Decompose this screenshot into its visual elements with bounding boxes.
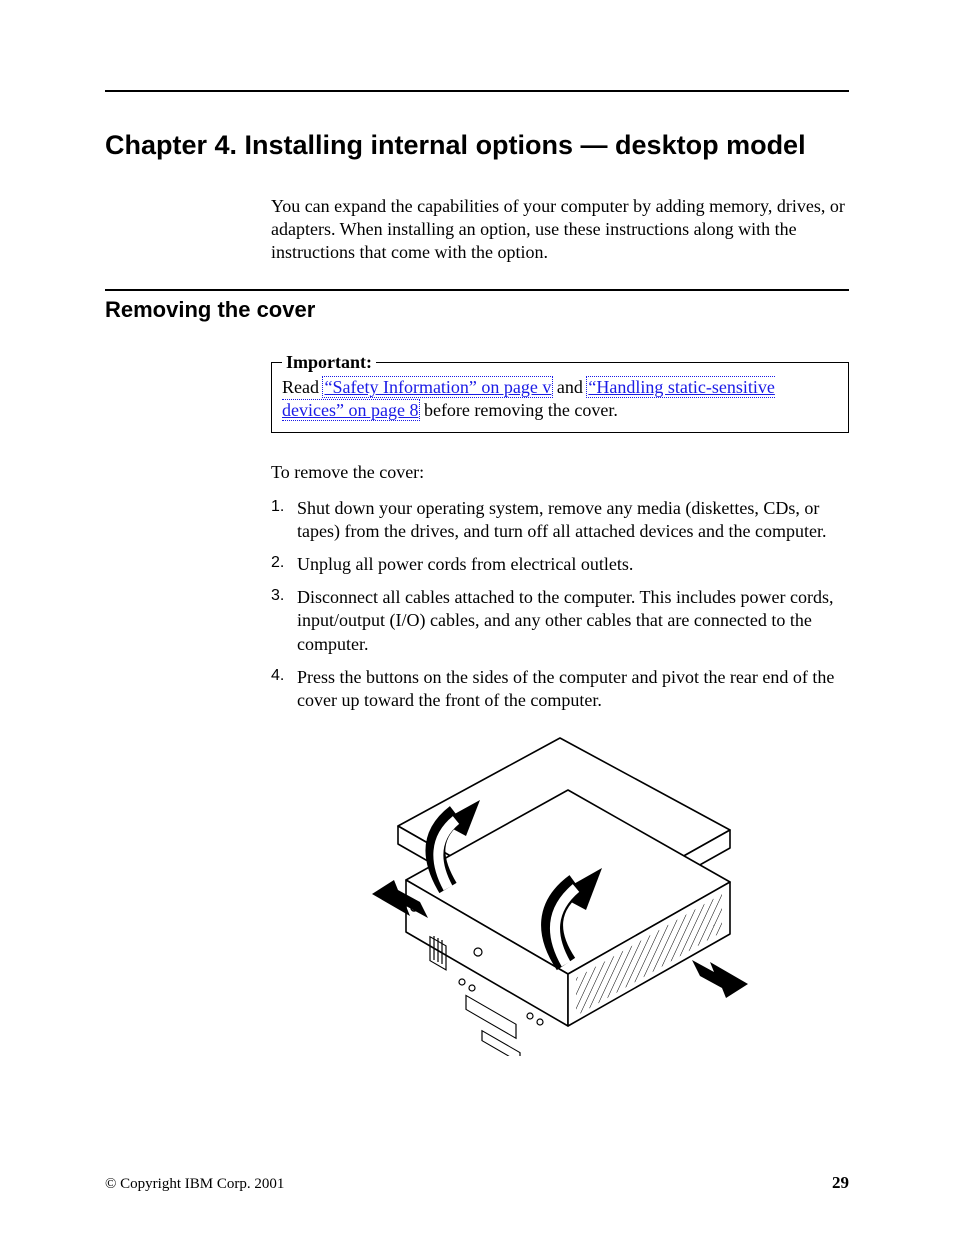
important-text-mid: and — [552, 377, 587, 397]
computer-cover-removal-illustration — [370, 726, 750, 1056]
important-body: Read “Safety Information” on page v and … — [282, 376, 838, 422]
important-box: Important: Read “Safety Information” on … — [271, 351, 849, 434]
chapter-title: Chapter 4. Installing internal options —… — [105, 130, 849, 161]
section-rule — [105, 289, 849, 291]
step-item: Press the buttons on the sides of the co… — [271, 666, 849, 712]
page-footer: © Copyright IBM Corp. 2001 29 — [105, 1173, 849, 1193]
steps-lead: To remove the cover: — [271, 461, 849, 484]
section-content: Important: Read “Safety Information” on … — [271, 351, 849, 1057]
step-item: Disconnect all cables attached to the co… — [271, 586, 849, 656]
chapter-intro: You can expand the capabilities of your … — [271, 195, 849, 265]
xref-safety-information[interactable]: “Safety Information” on page v — [322, 376, 553, 398]
steps-list: Shut down your operating system, remove … — [271, 497, 849, 713]
top-rule — [105, 90, 849, 92]
important-text-before: Read — [282, 377, 323, 397]
important-text-after: before removing the cover. — [419, 400, 617, 420]
page: Chapter 4. Installing internal options —… — [0, 0, 954, 1235]
step-item: Unplug all power cords from electrical o… — [271, 553, 849, 576]
copyright-text: © Copyright IBM Corp. 2001 — [105, 1176, 284, 1193]
important-legend: Important: — [282, 351, 376, 374]
section-title: Removing the cover — [105, 297, 849, 323]
step-item: Shut down your operating system, remove … — [271, 497, 849, 543]
page-number: 29 — [832, 1173, 849, 1193]
